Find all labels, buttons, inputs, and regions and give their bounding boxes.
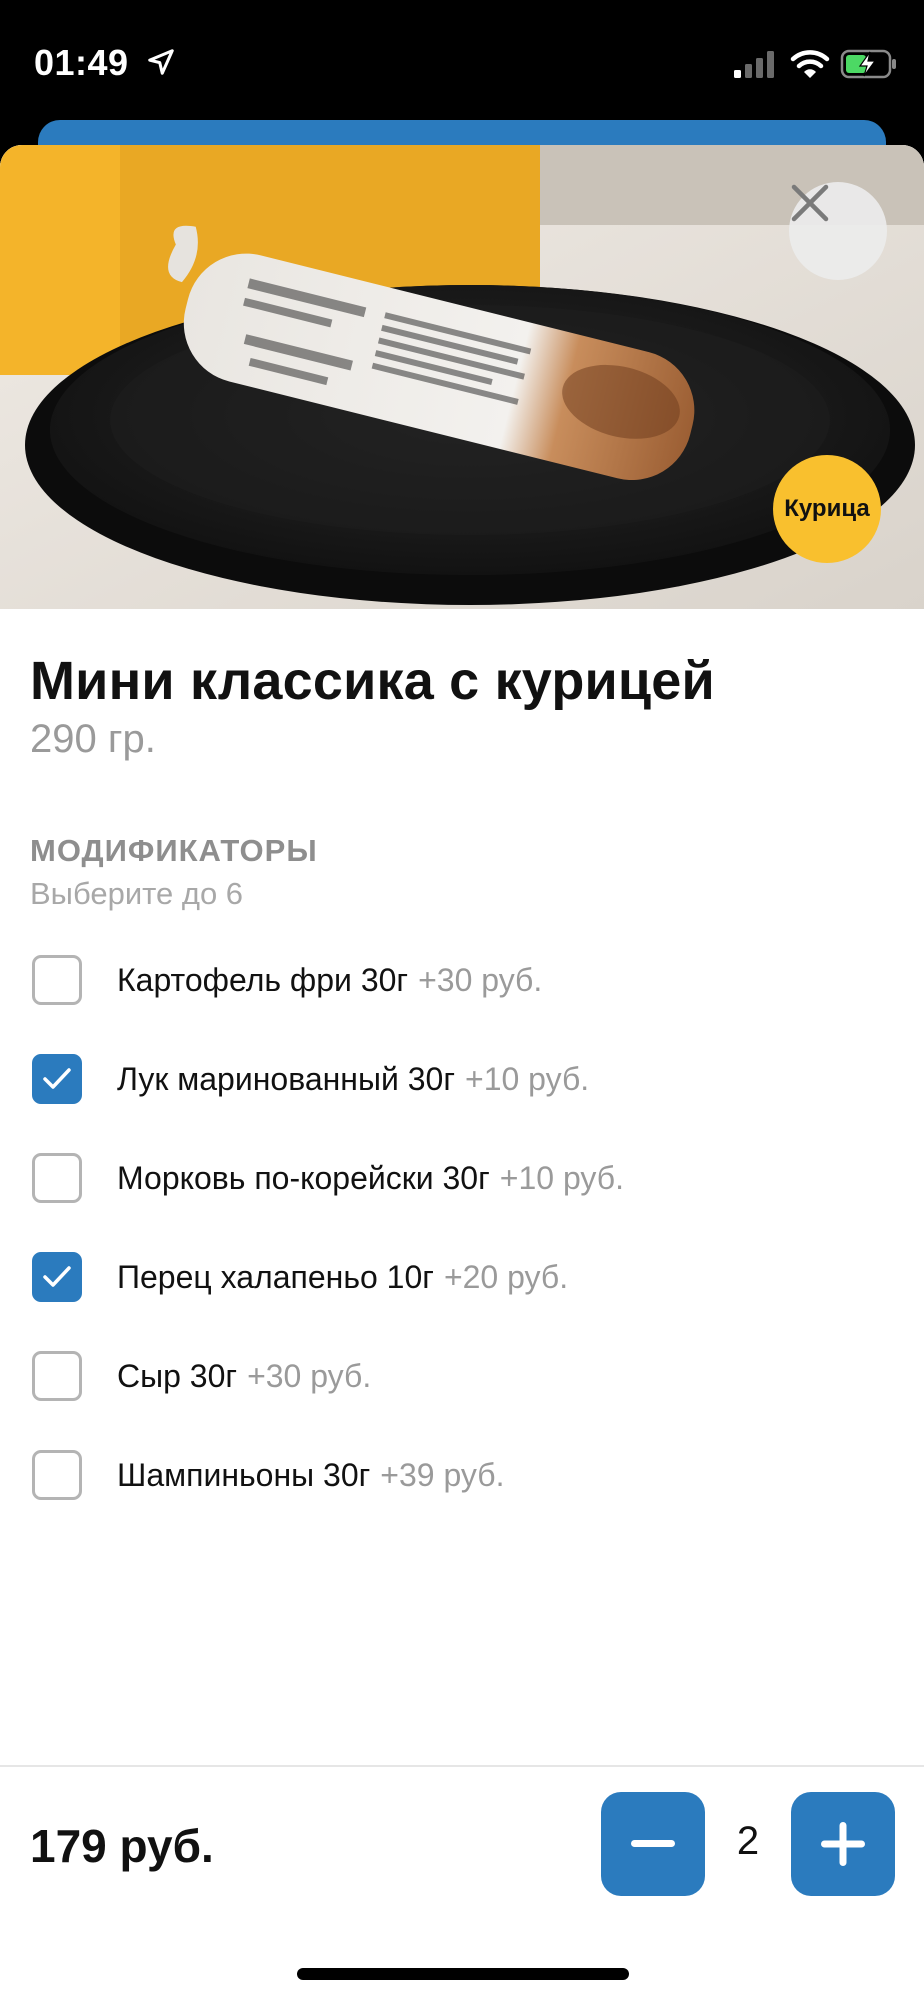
- checkbox[interactable]: [32, 1252, 82, 1302]
- footer-divider: [0, 1765, 924, 1767]
- home-indicator[interactable]: [297, 1968, 629, 1980]
- decrease-quantity-button[interactable]: [601, 1792, 705, 1896]
- modifier-item-cheese[interactable]: Сыр 30г +30 руб.: [32, 1348, 892, 1404]
- checkbox[interactable]: [32, 1450, 82, 1500]
- modifier-label: Перец халапеньо 10г: [117, 1258, 434, 1295]
- checkmark-icon: [43, 1068, 71, 1089]
- modifier-label: Лук маринованный 30г: [117, 1060, 455, 1097]
- modifier-price: +20 руб.: [443, 1258, 569, 1295]
- product-image: Курица: [0, 145, 924, 609]
- modifier-price: +30 руб.: [418, 961, 543, 998]
- wifi-icon: [790, 50, 830, 78]
- product-weight: 290 гр.: [30, 717, 156, 761]
- location-arrow-icon: [148, 49, 174, 75]
- checkbox[interactable]: [32, 1054, 82, 1104]
- checkmark-icon: [43, 1266, 71, 1287]
- close-icon: [791, 184, 829, 222]
- modifier-item-korean-carrot[interactable]: Морковь по-корейски 30г +10 руб.: [32, 1150, 892, 1206]
- minus-icon: [631, 1840, 675, 1847]
- checkbox[interactable]: [32, 1351, 82, 1401]
- plus-icon: [821, 1822, 865, 1866]
- total-price: 179 руб.: [30, 1820, 214, 1872]
- quantity-value: 2: [736, 1819, 760, 1863]
- modifier-item-mushrooms[interactable]: Шампиньоны 30г +39 руб.: [32, 1447, 892, 1503]
- status-bar: 01:49: [0, 0, 924, 120]
- close-button[interactable]: [789, 182, 887, 280]
- modifier-item-pickled-onion[interactable]: Лук маринованный 30г +10 руб.: [32, 1051, 892, 1107]
- modifier-label: Шампиньоны 30г: [117, 1456, 371, 1493]
- modifier-price: +10 руб.: [499, 1159, 624, 1196]
- modifier-price: +39 руб.: [380, 1456, 505, 1493]
- modifier-item-jalapeno[interactable]: Перец халапеньо 10г +20 руб.: [32, 1249, 892, 1305]
- status-time: 01:49: [34, 42, 129, 83]
- checkbox[interactable]: [32, 955, 82, 1005]
- badge-label: Курица: [784, 495, 870, 522]
- product-title: Мини классика с курицей: [30, 651, 715, 711]
- modifier-label: Картофель фри 30г: [117, 961, 409, 998]
- product-sheet: Курица Мини классика с курицей 290 гр. М…: [0, 145, 924, 2000]
- battery-charging-icon: [840, 49, 896, 79]
- checkbox[interactable]: [32, 1153, 82, 1203]
- modifiers-title: МОДИФИКАТОРЫ: [30, 833, 318, 868]
- category-badge: Курица: [773, 455, 881, 563]
- modifier-label: Морковь по-корейски 30г: [117, 1159, 490, 1196]
- modifier-price: +30 руб.: [247, 1357, 372, 1394]
- cellular-signal-icon: [734, 51, 774, 78]
- modifier-item-fries[interactable]: Картофель фри 30г +30 руб.: [32, 952, 892, 1008]
- modifiers-subtitle: Выберите до 6: [30, 876, 244, 911]
- modifier-label: Сыр 30г: [117, 1357, 238, 1394]
- increase-quantity-button[interactable]: [791, 1792, 895, 1896]
- modifier-price: +10 руб.: [465, 1060, 590, 1097]
